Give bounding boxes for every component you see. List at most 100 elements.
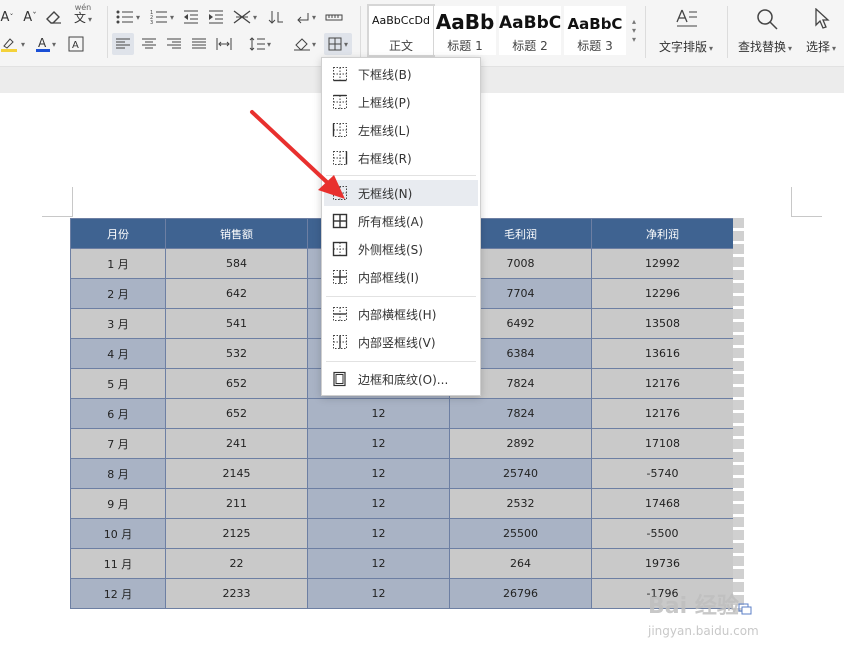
text-layout-icon[interactable]	[674, 8, 700, 30]
menu-item-border-inside[interactable]: 内部框线(I)	[324, 264, 478, 290]
table-cell[interactable]: 2125	[165, 518, 308, 549]
table-cell[interactable]: 12 月	[70, 578, 166, 609]
cursor-icon[interactable]	[811, 8, 833, 30]
table-cell[interactable]: 10 月	[70, 518, 166, 549]
table-cell[interactable]: 25740	[449, 458, 592, 489]
menu-item-borders-and-shading[interactable]: 边框和底纹(O)...	[324, 366, 478, 392]
sort-icon[interactable]	[266, 6, 286, 28]
table-cell[interactable]: 6 月	[70, 398, 166, 429]
phonetic-guide-button[interactable]: wén 文 ▾	[68, 4, 98, 26]
table-cell[interactable]: -5740	[591, 458, 734, 489]
table-cell[interactable]: 12176	[591, 398, 734, 429]
menu-item-border-inside-horizontal[interactable]: 内部横框线(H)	[324, 301, 478, 327]
menu-item-border-inside-vertical[interactable]: 内部竖框线(V)	[324, 329, 478, 355]
table-cell[interactable]: 642	[165, 278, 308, 309]
table-cell[interactable]: 2532	[449, 488, 592, 519]
menu-item-border-bottom[interactable]: 下框线(B)	[324, 61, 478, 87]
table-cell[interactable]: 12	[307, 458, 450, 489]
table-cell[interactable]: 652	[165, 398, 308, 429]
select-button[interactable]: 选择 ▾	[806, 38, 836, 55]
table-cell[interactable]: 25500	[449, 518, 592, 549]
search-icon[interactable]	[754, 8, 780, 30]
eraser-icon[interactable]	[44, 6, 64, 28]
table-cell[interactable]: 12176	[591, 368, 734, 399]
style-gallery-scroll[interactable]: ▴ ▾ ▾	[628, 8, 640, 52]
table-cell[interactable]: 13616	[591, 338, 734, 369]
table-cell[interactable]: 12	[307, 488, 450, 519]
table-cell[interactable]: 8 月	[70, 458, 166, 489]
menu-item-border-none[interactable]: 无框线(N)	[324, 180, 478, 206]
text-layout-button[interactable]: 文字排版 ▾	[659, 38, 713, 55]
menu-item-border-all[interactable]: 所有框线(A)	[324, 208, 478, 234]
table-cell[interactable]: 2892	[449, 428, 592, 459]
font-size-decrease-button[interactable]: Aˇ	[0, 6, 14, 28]
table-cell[interactable]: 12296	[591, 278, 734, 309]
clear-format-button[interactable]: Aˇ	[20, 6, 40, 28]
table-cell[interactable]: 652	[165, 368, 308, 399]
font-color-button[interactable]: A ▾	[32, 33, 60, 55]
table-cell[interactable]: 12	[307, 578, 450, 609]
find-replace-button[interactable]: 查找替换 ▾	[738, 38, 792, 55]
table-cell[interactable]: 19736	[591, 548, 734, 579]
line-spacing-icon[interactable]: ▾	[245, 33, 275, 55]
ruler-icon[interactable]	[323, 6, 345, 28]
table-cell[interactable]: 17108	[591, 428, 734, 459]
align-left-icon[interactable]	[112, 33, 134, 55]
table-header-cell[interactable]: 月份	[70, 218, 166, 249]
table-cell[interactable]: 241	[165, 428, 308, 459]
table-cell[interactable]: 12	[307, 548, 450, 579]
style-heading-1[interactable]: AaBb 标题 1	[434, 6, 496, 55]
table-cell[interactable]: 13508	[591, 308, 734, 339]
menu-item-border-outside[interactable]: 外侧框线(S)	[324, 236, 478, 262]
svg-text:A: A	[38, 36, 47, 50]
table-cell[interactable]: 12	[307, 398, 450, 429]
table-cell[interactable]: 7 月	[70, 428, 166, 459]
table-header-cell[interactable]: 销售额	[165, 218, 308, 249]
distributed-align-icon[interactable]	[213, 33, 235, 55]
table-cell[interactable]: 1 月	[70, 248, 166, 279]
table-cell[interactable]: 17468	[591, 488, 734, 519]
bullets-icon[interactable]: ▾	[113, 6, 143, 28]
table-cell[interactable]: 5 月	[70, 368, 166, 399]
table-cell[interactable]: 584	[165, 248, 308, 279]
align-right-icon[interactable]	[163, 33, 185, 55]
chinese-layout-icon[interactable]: ▾	[231, 6, 259, 28]
style-normal[interactable]: AaBbCcDd 正文	[367, 4, 435, 57]
highlight-color-button[interactable]: ▾	[0, 33, 26, 55]
table-cell[interactable]: 12992	[591, 248, 734, 279]
table-cell[interactable]: 541	[165, 308, 308, 339]
table-cell[interactable]: 12	[307, 518, 450, 549]
table-cell[interactable]: 2145	[165, 458, 308, 489]
menu-item-border-top[interactable]: 上框线(P)	[324, 89, 478, 115]
align-center-icon[interactable]	[138, 33, 160, 55]
table-cell[interactable]: 532	[165, 338, 308, 369]
table-cell[interactable]: 7824	[449, 398, 592, 429]
table-cell[interactable]: 2 月	[70, 278, 166, 309]
shading-icon[interactable]: ▾	[290, 33, 320, 55]
menu-item-border-left[interactable]: 左框线(L)	[324, 117, 478, 143]
style-heading-3[interactable]: AaBbC 标题 3	[564, 6, 626, 55]
table-row: 6 月 652 12 7824 12176	[70, 398, 734, 429]
table-cell[interactable]: 12	[307, 428, 450, 459]
show-hide-marks-icon[interactable]: ▾	[293, 6, 319, 28]
table-header-cell[interactable]: 净利润	[591, 218, 734, 249]
table-cell[interactable]: 211	[165, 488, 308, 519]
table-cell[interactable]: 9 月	[70, 488, 166, 519]
increase-indent-icon[interactable]	[205, 6, 227, 28]
justify-icon[interactable]	[188, 33, 210, 55]
style-heading-2[interactable]: AaBbC 标题 2	[499, 6, 561, 55]
table-cell[interactable]: 4 月	[70, 338, 166, 369]
numbering-icon[interactable]: 1 2 3 ▾	[147, 6, 177, 28]
table-cell[interactable]: 264	[449, 548, 592, 579]
borders-dropdown-button[interactable]: ▾	[324, 33, 352, 55]
style-heading-3-sample: AaBbC	[567, 15, 623, 33]
table-cell[interactable]: 11 月	[70, 548, 166, 579]
decrease-indent-icon[interactable]	[180, 6, 202, 28]
menu-item-border-right[interactable]: 右框线(R)	[324, 145, 478, 171]
table-cell[interactable]: 3 月	[70, 308, 166, 339]
table-cell[interactable]: 22	[165, 548, 308, 579]
character-border-icon[interactable]: A	[66, 33, 86, 55]
table-cell[interactable]: 26796	[449, 578, 592, 609]
table-cell[interactable]: 2233	[165, 578, 308, 609]
table-cell[interactable]: -5500	[591, 518, 734, 549]
